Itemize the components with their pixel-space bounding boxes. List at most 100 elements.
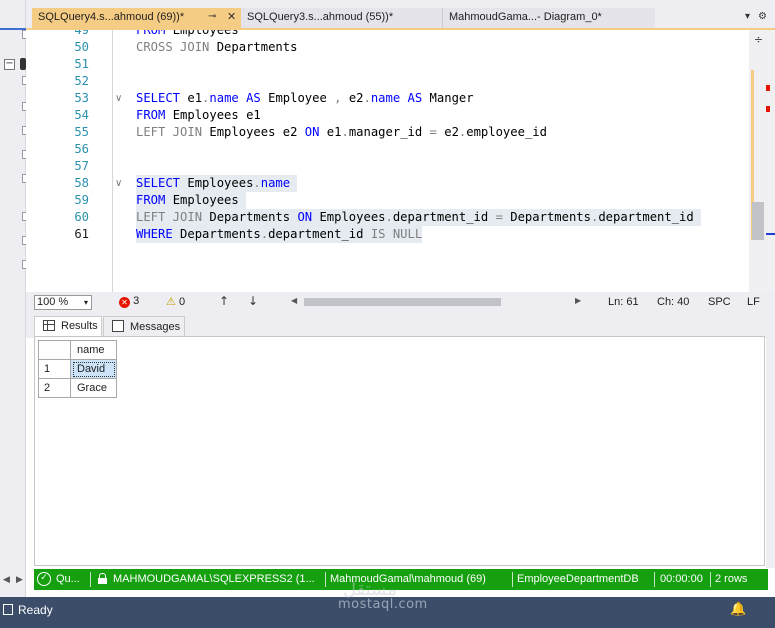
code-line[interactable]: 56 (26, 141, 749, 158)
previous-issue-arrow-icon[interactable]: ↑ (219, 294, 229, 308)
tab-sqlquery3[interactable]: SQLQuery3.s...ahmoud (55))* (241, 8, 443, 28)
editor-vertical-scrollbar[interactable]: ÷ (749, 30, 766, 292)
warning-icon: ⚠ (166, 295, 176, 308)
split-editor-icon[interactable]: ÷ (752, 33, 765, 48)
error-marker[interactable] (766, 106, 770, 112)
code-line[interactable]: 59 FROM Employees (26, 192, 749, 209)
code-line[interactable]: 58 ∨ SELECT Employees.name (26, 175, 749, 192)
tab-messages[interactable]: Messages (103, 316, 185, 338)
notification-bell-icon[interactable]: 🔔 (730, 602, 746, 617)
scroll-right-arrow-icon[interactable]: ▶ (575, 296, 581, 305)
line-number: 52 (74, 74, 89, 88)
code-token: = (429, 125, 437, 139)
chevron-down-icon: ▾ (83, 298, 88, 307)
line-number: 55 (74, 125, 89, 139)
pin-icon[interactable]: ⊸ (208, 11, 216, 22)
code-line[interactable]: 51 (26, 56, 749, 73)
ready-label: Ready (18, 603, 53, 617)
code-line[interactable]: 57 (26, 158, 749, 175)
code-token: . (363, 91, 371, 105)
code-text: SELECT e1.name AS Employee , e2.name AS … (136, 90, 474, 107)
grid-cell[interactable]: David (70, 359, 117, 379)
query-state: Qu... (56, 573, 80, 585)
code-token: employee_id (466, 125, 547, 139)
app-status-bar: Ready مستقل mostaql.com 🔔 (0, 579, 775, 628)
line-number: 51 (74, 57, 89, 71)
code-line[interactable]: 53 ∨ SELECT e1.name AS Employee , e2.name … (26, 90, 749, 107)
code-text: FROM Employees (136, 30, 239, 39)
whitespace-indicator[interactable]: SPC (708, 296, 731, 308)
fold-chevron-icon[interactable]: ∨ (115, 90, 122, 107)
line-number: 57 (74, 159, 89, 173)
code-line[interactable]: 52 (26, 73, 749, 90)
warning-count[interactable]: ⚠ 0 (166, 295, 185, 308)
code-line[interactable]: 61 WHERE Departments.department_id IS NUL… (26, 226, 749, 243)
code-token: department_id (392, 210, 496, 224)
code-line[interactable]: 54 FROM Employees e1 (26, 107, 749, 124)
tab-results[interactable]: Results (34, 316, 102, 338)
column-header-name[interactable]: name (70, 340, 117, 360)
code-token: Departments (172, 227, 261, 241)
line-number: 58 (74, 176, 89, 190)
row-number[interactable]: 2 (38, 378, 71, 398)
line-indicator[interactable]: Ln: 61 (608, 296, 639, 308)
scroll-left-arrow-icon[interactable]: ◀ (291, 296, 297, 305)
code-token: Employees e1 (165, 108, 261, 122)
scroll-left-arrow-icon[interactable]: ◀ (3, 575, 10, 585)
code-token: e2 (436, 125, 459, 139)
grid-icon (43, 320, 55, 331)
code-token: Employees (165, 30, 239, 37)
fold-chevron-icon[interactable]: ∨ (115, 175, 122, 192)
line-number: 53 (74, 91, 89, 105)
code-token: ON (297, 210, 313, 224)
error-marker[interactable] (766, 85, 770, 91)
code-token: e1 (180, 91, 203, 105)
code-line[interactable]: 55 LEFT JOIN Employees e2 ON e1.manager_i… (26, 124, 749, 141)
sql-editor[interactable]: 49 FROM Employees 50 CROSS JOIN Departments… (26, 30, 749, 292)
tab-sqlquery4[interactable]: SQLQuery4.s...ahmoud (69))* ⊸ ✕ (32, 8, 241, 28)
zoom-select[interactable]: 100 % ▾ (34, 295, 92, 310)
code-token: Employees (180, 176, 254, 190)
code-token: FROM (136, 108, 166, 122)
line-number: 49 (74, 30, 89, 37)
line-ending-indicator[interactable]: LF (747, 296, 760, 308)
code-token: SELECT (136, 91, 181, 105)
warning-count-value: 0 (178, 296, 186, 308)
next-issue-arrow-icon[interactable]: ↓ (248, 294, 258, 308)
watermark-text: mostaql.com (338, 597, 428, 612)
code-token: . (341, 125, 349, 139)
row-number-header[interactable] (38, 340, 71, 360)
code-line[interactable]: 50 CROSS JOIN Departments (26, 39, 749, 56)
code-line[interactable]: 49 FROM Employees (26, 30, 749, 39)
horizontal-scroll-thumb[interactable] (304, 298, 501, 306)
code-token: department_id (598, 210, 702, 224)
code-token: Departments (209, 40, 298, 54)
messages-icon (112, 320, 124, 332)
error-count[interactable]: ✕ 3 (119, 295, 139, 308)
table-row: 2 Grace (38, 378, 117, 398)
line-number: 60 (74, 210, 89, 224)
column-indicator[interactable]: Ch: 40 (657, 296, 689, 308)
code-token: SELECT (136, 176, 181, 190)
code-text: WHERE Departments.department_id IS NULL (136, 226, 423, 243)
error-margin (766, 30, 775, 292)
tab-list-dropdown-icon[interactable]: ▾ (745, 11, 750, 22)
code-token: department_id (268, 227, 371, 241)
code-text: LEFT JOIN Employees e2 ON e1.manager_id … (136, 124, 547, 141)
tab-diagram[interactable]: MahmoudGama...- Diagram_0* (443, 8, 655, 28)
code-token: AS (400, 91, 423, 105)
close-icon[interactable]: ✕ (227, 10, 236, 23)
code-token: name (209, 91, 239, 105)
code-line[interactable]: 60 LEFT JOIN Departments ON Employees.dep… (26, 209, 749, 226)
code-token: LEFT JOIN (136, 125, 203, 139)
server-name: MAHMOUDGAMAL\SQLEXPRESS2 (1... (113, 573, 315, 585)
scroll-right-arrow-icon[interactable]: ▶ (16, 575, 23, 585)
scroll-thumb[interactable] (752, 202, 764, 240)
gear-icon[interactable]: ⚙ (758, 11, 767, 22)
row-number[interactable]: 1 (38, 359, 71, 379)
code-token: FROM (136, 30, 166, 37)
grid-cell[interactable]: Grace (70, 378, 117, 398)
tab-label: MahmoudGama...- Diagram_0* (449, 11, 602, 23)
line-number: 56 (74, 142, 89, 156)
collapse-icon[interactable]: − (4, 59, 15, 70)
